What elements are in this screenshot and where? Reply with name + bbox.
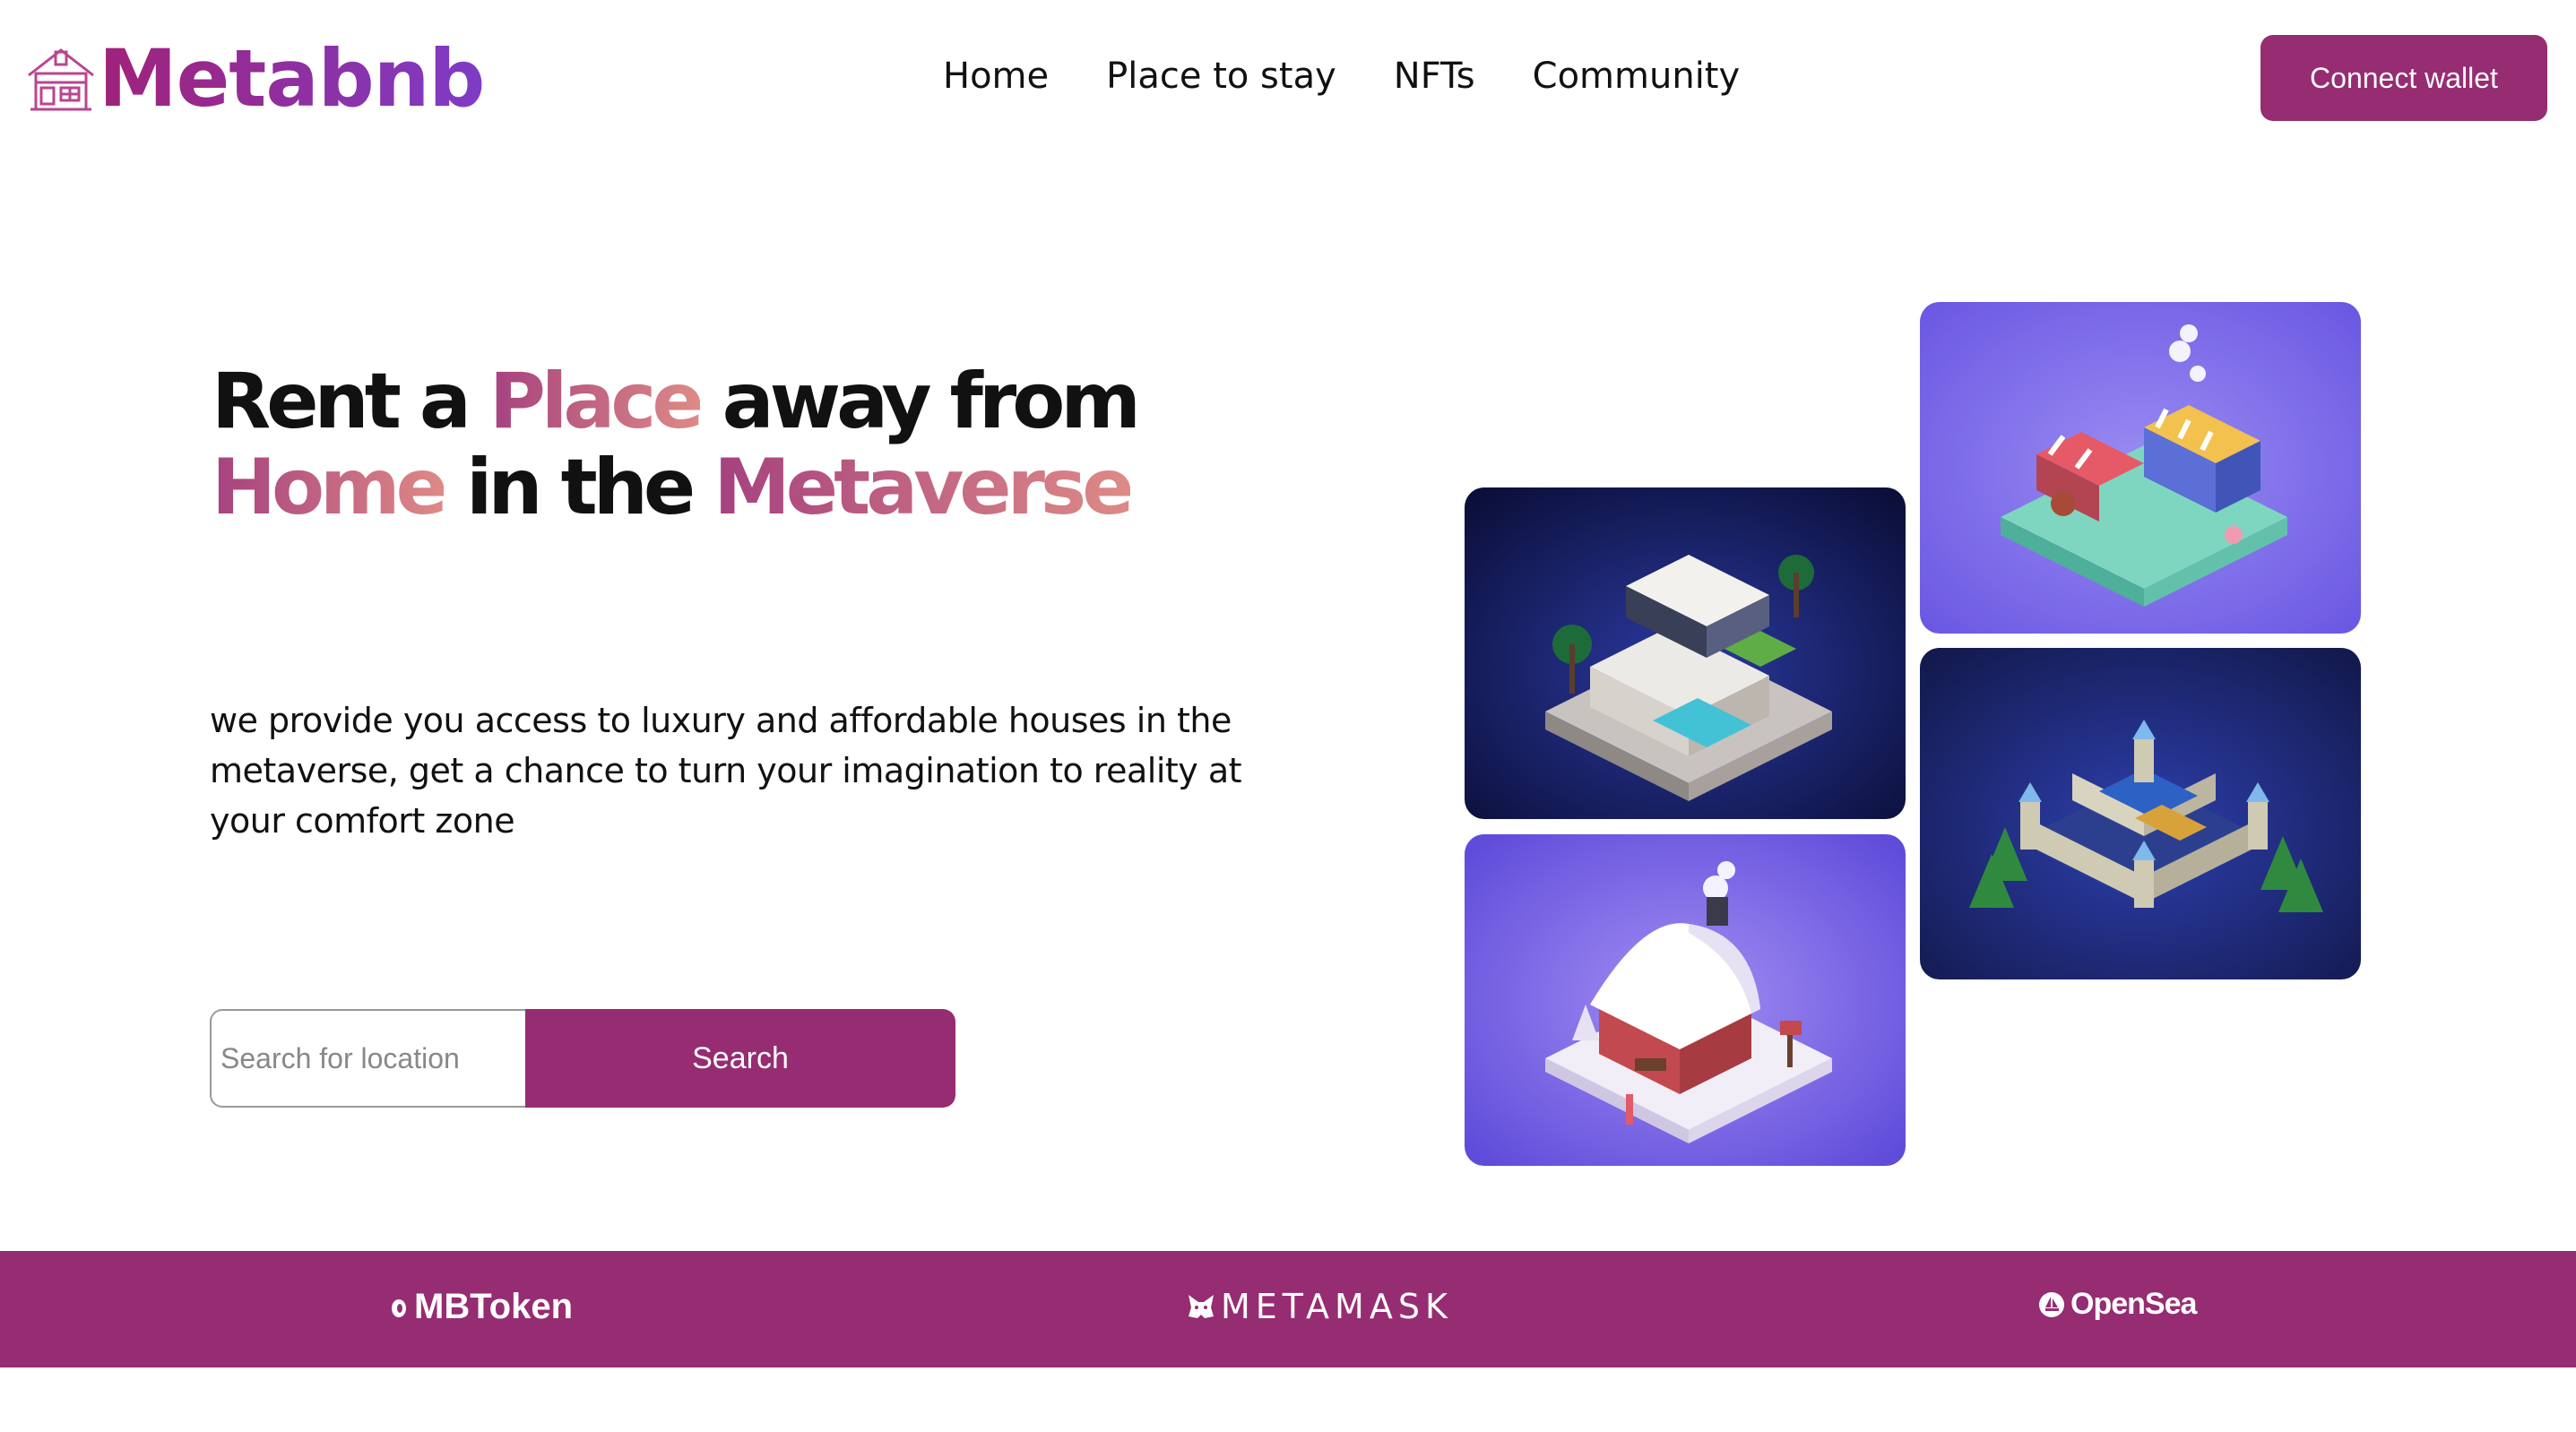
- hero-description: we provide you access to luxury and affo…: [210, 701, 1242, 841]
- partners-band: MBToken METAMASK OpenSea: [0, 1251, 2576, 1367]
- connect-wallet-button[interactable]: Connect wallet: [2260, 35, 2547, 121]
- partner-mbtoken[interactable]: MBToken: [389, 1287, 573, 1327]
- brand-name: Metabnb: [99, 32, 485, 125]
- headline-part: in the: [444, 443, 714, 532]
- headline-highlight-place: Place: [488, 357, 705, 446]
- nft-image-castle[interactable]: [1920, 648, 2361, 979]
- nav-place-to-stay[interactable]: Place to stay: [1106, 56, 1336, 97]
- search-input[interactable]: [210, 1009, 525, 1108]
- nft-image-market[interactable]: [1920, 302, 2361, 634]
- nft-image-villa[interactable]: [1465, 487, 1906, 819]
- location-search: Search: [210, 1009, 955, 1108]
- headline-highlight-home: Home: [212, 443, 448, 532]
- market-illustration: [1920, 302, 2361, 634]
- fox-icon: [1189, 1295, 1214, 1318]
- hero-headline: Rent a Place away from Home in the Metav…: [212, 358, 1377, 531]
- search-button[interactable]: Search: [525, 1009, 955, 1108]
- snow-cabin-illustration: [1465, 834, 1906, 1166]
- partner-name: MBToken: [414, 1287, 574, 1326]
- partner-opensea[interactable]: OpenSea: [2038, 1287, 2197, 1322]
- headline-part: away from: [699, 357, 1141, 446]
- nav-home[interactable]: Home: [943, 56, 1049, 97]
- nav-community[interactable]: Community: [1533, 56, 1741, 97]
- nav-nfts[interactable]: NFTs: [1394, 56, 1475, 97]
- villa-illustration: [1465, 487, 1906, 819]
- nft-image-snow-cabin[interactable]: [1465, 834, 1906, 1166]
- headline-part: Rent a: [212, 357, 489, 446]
- castle-illustration: [1920, 648, 2361, 979]
- mbtoken-icon: [392, 1298, 406, 1317]
- partner-name: METAMASK: [1221, 1287, 1453, 1326]
- headline-highlight-metaverse: Metaverse: [713, 443, 1134, 532]
- partner-name: OpenSea: [2070, 1287, 2197, 1321]
- partner-metamask[interactable]: METAMASK: [1187, 1287, 1453, 1326]
- brand-logo[interactable]: Metabnb: [23, 32, 485, 125]
- opensea-icon: [2039, 1291, 2064, 1317]
- main-nav: Home Place to stay NFTs Community: [943, 56, 1740, 97]
- house-icon: [28, 48, 94, 111]
